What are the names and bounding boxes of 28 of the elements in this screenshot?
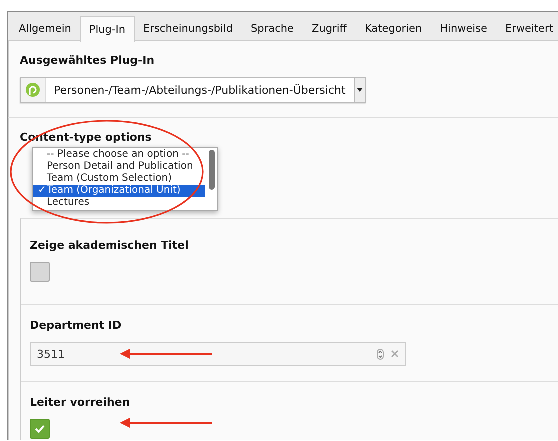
list-option[interactable]: Team (Custom Selection)	[33, 173, 205, 185]
section-label: Ausgewähltes Plug-In	[20, 54, 156, 67]
spinner-icon	[377, 348, 384, 360]
tab[interactable]: Plug-In	[80, 16, 135, 42]
options-list[interactable]: -- Please choose an option -- Person Detail and Publication Team (Custom Selection) ✓Team (Organizational Unit) Lectures	[32, 147, 218, 211]
tab[interactable]: Sprache	[242, 16, 303, 41]
input-field[interactable]: 3511	[30, 342, 406, 366]
tab[interactable]: Hinweise	[431, 16, 497, 41]
checkbox[interactable]	[30, 419, 50, 439]
tab[interactable]: Kategorien	[356, 16, 432, 41]
check-icon	[35, 425, 45, 433]
list-option[interactable]: ✓Team (Organizational Unit)	[33, 185, 205, 197]
plugin-select[interactable]: Personen-/Team-/Abteilungs-/Publikationen-Übersicht	[20, 77, 366, 103]
clear-icon[interactable]	[391, 350, 399, 358]
checkbox[interactable]	[30, 262, 50, 282]
tab[interactable]: Erweitert	[496, 16, 558, 41]
field-label: Department ID	[30, 319, 123, 332]
tab[interactable]: Zugriff	[303, 16, 356, 41]
plugin-icon	[25, 82, 41, 98]
field-label: Zeige akademischen Titel	[30, 239, 190, 252]
tab[interactable]: Allgemein	[10, 16, 80, 41]
tab[interactable]: Erscheinungsbild	[134, 16, 242, 41]
list-option[interactable]: Person Detail and Publication	[33, 161, 205, 173]
field-label: Leiter vorreihen	[30, 396, 132, 409]
list-option[interactable]: Lectures	[33, 197, 205, 209]
scrollbar[interactable]	[209, 150, 215, 190]
list-option[interactable]: -- Please choose an option --	[33, 149, 205, 161]
caret-icon	[356, 88, 363, 92]
